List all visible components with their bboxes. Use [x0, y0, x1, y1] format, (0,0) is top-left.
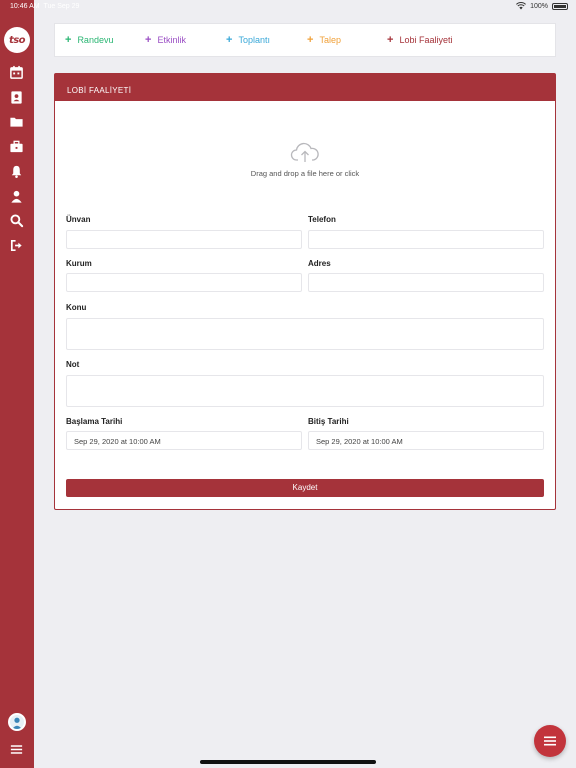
tab-label: Randevu — [77, 35, 114, 45]
sidebar: tso — [0, 0, 34, 768]
logout-icon[interactable] — [9, 238, 24, 253]
folder-icon[interactable] — [9, 114, 24, 129]
battery-icon — [552, 2, 568, 10]
konu-field[interactable] — [66, 318, 544, 350]
card-title: LOBİ FAALİYETİ — [55, 74, 555, 101]
user-icon[interactable] — [9, 189, 24, 204]
logo-text: tso — [8, 34, 26, 46]
bitis-tarihi-label: Bitiş Tarihi — [308, 417, 349, 426]
telefon-field[interactable] — [308, 230, 544, 249]
tab-label: Toplantı — [238, 35, 270, 45]
calendar-icon[interactable] — [9, 65, 24, 80]
tab-lobi-faaliyeti[interactable]: + Lobi Faaliyeti — [387, 34, 452, 46]
status-time-date: 10:46 AM Tue Sep 29 — [10, 3, 79, 10]
telefon-label: Telefon — [308, 215, 336, 224]
bell-icon[interactable] — [9, 164, 24, 179]
kurum-label: Kurum — [66, 259, 92, 268]
home-indicator — [200, 760, 376, 764]
floating-menu-button[interactable] — [534, 725, 566, 757]
plus-icon: + — [65, 34, 72, 46]
status-date: Tue Sep 29 — [43, 3, 80, 10]
status-bar: 10:46 AM Tue Sep 29 100% — [0, 0, 576, 13]
status-indicators: 100% — [516, 2, 568, 10]
search-icon[interactable] — [9, 213, 24, 228]
status-time: 10:46 AM — [10, 3, 40, 10]
kurum-field[interactable] — [66, 273, 302, 292]
contact-card-icon[interactable] — [9, 90, 24, 105]
tab-label: Lobi Faaliyeti — [399, 35, 453, 45]
lobi-faaliyeti-card: LOBİ FAALİYETİ Drag and drop a file here… — [54, 73, 556, 510]
plus-icon: + — [226, 34, 233, 46]
tab-toplanti[interactable]: + Toplantı — [226, 34, 270, 46]
file-upload-dropzone[interactable]: Drag and drop a file here or click — [55, 141, 555, 178]
tab-talep[interactable]: + Talep — [307, 34, 341, 46]
adres-label: Adres — [308, 259, 331, 268]
baslama-tarihi-label: Başlama Tarihi — [66, 417, 123, 426]
konu-label: Konu — [66, 303, 87, 312]
adres-field[interactable] — [308, 273, 544, 292]
avatar[interactable] — [8, 713, 26, 731]
tab-randevu[interactable]: + Randevu — [65, 34, 113, 46]
not-label: Not — [66, 360, 80, 369]
menu-icon[interactable] — [9, 742, 24, 757]
unvan-field[interactable] — [66, 230, 302, 249]
tab-etkinlik[interactable]: + Etkinlik — [145, 34, 186, 46]
cloud-upload-icon — [290, 142, 319, 162]
wifi-icon — [516, 2, 527, 10]
tso-logo[interactable]: tso — [4, 27, 30, 53]
unvan-label: Ünvan — [66, 215, 91, 224]
not-field[interactable] — [66, 375, 544, 407]
briefcase-icon[interactable] — [9, 139, 24, 154]
tab-label: Talep — [319, 35, 341, 45]
bitis-tarihi-field[interactable]: Sep 29, 2020 at 10:00 AM — [308, 431, 544, 450]
plus-icon: + — [307, 34, 314, 46]
battery-percent: 100% — [530, 2, 548, 10]
top-tab-bar: + Randevu + Etkinlik + Toplantı + Talep … — [54, 23, 556, 57]
baslama-tarihi-field[interactable]: Sep 29, 2020 at 10:00 AM — [66, 431, 302, 450]
plus-icon: + — [145, 34, 152, 46]
upload-hint: Drag and drop a file here or click — [250, 169, 360, 178]
plus-icon: + — [387, 34, 394, 46]
save-button[interactable]: Kaydet — [66, 479, 544, 497]
tab-label: Etkinlik — [157, 35, 186, 45]
menu-icon — [544, 736, 556, 746]
